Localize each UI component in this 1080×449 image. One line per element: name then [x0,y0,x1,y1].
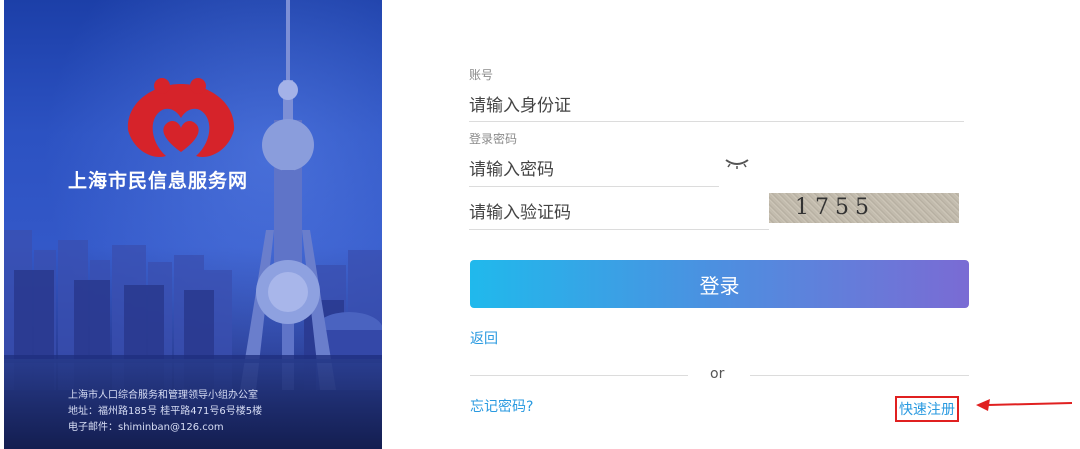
password-input[interactable] [469,154,719,187]
forgot-password-link[interactable]: 忘记密码? [470,396,533,416]
eye-closed-icon[interactable] [724,156,750,170]
brand-name: 上海市民信息服务网 [68,170,249,192]
arrow-left-icon [976,399,1073,411]
footer-email: 电子邮件：shiminban@126.com [68,422,224,433]
footer-address: 地址：福州路185号 桂平路471号6号楼5楼 [68,406,263,417]
account-input[interactable] [469,90,964,122]
captcha-image[interactable]: 1755 [769,193,959,223]
footer-info: 上海市人口综合服务和管理领导小组办公室 地址：福州路185号 桂平路471号6号… [68,388,368,436]
or-separator: or [710,366,725,382]
quick-register-link[interactable]: 快速注册 [895,396,959,422]
login-button[interactable]: 登录 [470,260,969,308]
divider-right [750,375,969,376]
captcha-input[interactable] [469,196,769,230]
account-label: 账号 [469,68,494,82]
password-label: 登录密码 [469,132,518,146]
banner-panel: 上海市民信息服务网 上海市人口综合服务和管理领导小组办公室 地址：福州路185号… [4,0,382,449]
back-link[interactable]: 返回 [470,328,498,348]
login-form: 账号 登录密码 1755 登录 返回 or 忘记密码? 快速注册 [382,0,1080,449]
divider-left [470,375,688,376]
heart-house-logo [127,78,235,157]
footer-organization: 上海市人口综合服务和管理领导小组办公室 [68,390,258,401]
